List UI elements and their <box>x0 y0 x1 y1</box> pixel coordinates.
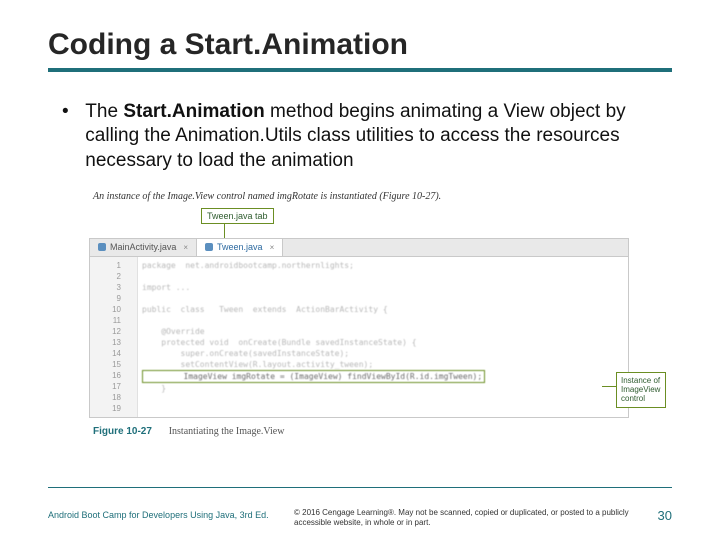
footer-divider <box>48 487 672 488</box>
bullet-prefix: The <box>85 101 123 122</box>
class-icon <box>98 243 106 251</box>
footer-book-title: Android Boot Camp for Developers Using J… <box>48 508 288 520</box>
tab-tween[interactable]: Tween.java × <box>197 239 283 256</box>
line-gutter: 1 2 3 9 10 11 12 13 14 15 16 17 18 19 <box>90 257 138 417</box>
tab-label: MainActivity.java <box>110 242 176 252</box>
callout-line: Instance of <box>621 376 660 385</box>
callout-right-leader <box>602 386 616 387</box>
figure-block: An instance of the Image.View control na… <box>89 189 631 437</box>
close-icon[interactable]: × <box>270 243 275 252</box>
figure-number: Figure 10-27 <box>93 426 152 437</box>
footer-copyright: © 2016 Cengage Learning®. May not be sca… <box>288 508 638 528</box>
bullet-text: The Start.Animation method begins animat… <box>85 100 645 173</box>
bullet-strong: Start.Animation <box>123 101 264 122</box>
tab-mainactivity[interactable]: MainActivity.java × <box>90 239 197 256</box>
callout-top: Tween.java tab <box>89 208 631 238</box>
figure-description: Instantiating the Image.View <box>169 426 285 437</box>
close-icon[interactable]: × <box>183 243 188 252</box>
code-area: 1 2 3 9 10 11 12 13 14 15 16 17 18 19 pa… <box>90 257 628 417</box>
bullet-paragraph: • The Start.Animation method begins anim… <box>0 72 720 183</box>
highlighted-code: ImageView imgRotate = (ImageView) findVi… <box>142 370 485 383</box>
callout-top-box: Tween.java tab <box>201 208 274 224</box>
page-number: 30 <box>638 508 672 523</box>
slide-title: Coding a Start.Animation <box>0 0 720 66</box>
callout-top-leader <box>224 224 225 238</box>
footer: Android Boot Camp for Developers Using J… <box>48 508 672 528</box>
callout-right-box: Instance of ImageView control <box>616 372 666 408</box>
tab-label: Tween.java <box>217 242 263 252</box>
callout-line: ImageView <box>621 385 660 394</box>
bullet-dot: • <box>62 100 80 124</box>
figure-top-caption: An instance of the Image.View control na… <box>89 189 631 208</box>
callout-line: control <box>621 394 645 403</box>
code-body: package net.androidbootcamp.northernligh… <box>138 257 628 417</box>
figure-label: Figure 10-27 Instantiating the Image.Vie… <box>89 418 631 437</box>
callout-right: Instance of ImageView control <box>616 372 666 408</box>
ide-screenshot: MainActivity.java × Tween.java × 1 2 3 9… <box>89 238 629 418</box>
class-icon <box>205 243 213 251</box>
editor-tabbar: MainActivity.java × Tween.java × <box>90 239 628 257</box>
